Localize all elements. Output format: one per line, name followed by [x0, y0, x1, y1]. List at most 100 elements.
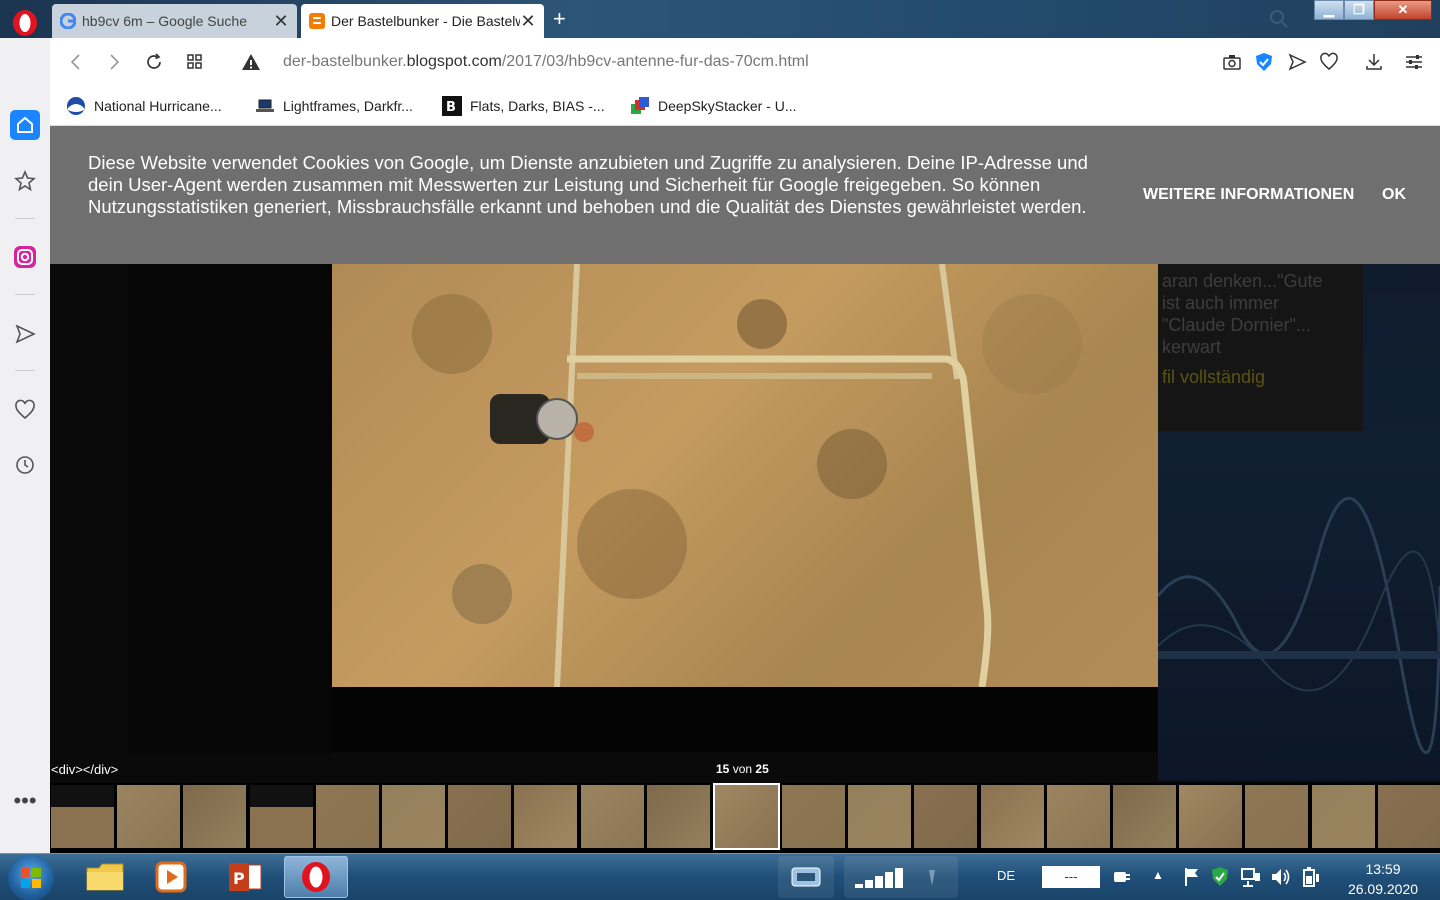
thumbnail[interactable] [183, 785, 247, 848]
snippet-line: ist auch immer [1162, 293, 1280, 313]
not-secure-warning-icon[interactable] [241, 52, 261, 77]
explorer-taskbar-button[interactable] [76, 856, 134, 898]
cookie-banner: Diese Website verwendet Cookies von Goog… [50, 126, 1440, 264]
tab-search-icon[interactable] [1268, 8, 1290, 35]
bookmark-national-hurricane[interactable]: National Hurricane... [66, 96, 222, 116]
media-player-taskbar-button[interactable] [142, 856, 200, 898]
counter-of: von [732, 762, 753, 776]
speed-dial-home-icon[interactable] [10, 110, 40, 140]
lightbox-left-panel [128, 264, 332, 754]
minimize-button[interactable]: ▁ [1314, 0, 1344, 20]
thumbnail[interactable] [315, 785, 379, 848]
heart-icon[interactable] [10, 395, 40, 425]
bookmark-lightframes[interactable]: Lightframes, Darkfr... [255, 96, 413, 116]
sidebar-snippet: aran denken..."Gute ist auch immer "Clau… [1158, 264, 1363, 431]
thumbnail[interactable] [1179, 785, 1243, 848]
bookmark-heart-icon[interactable] [1319, 52, 1339, 77]
tab-bastelbunker[interactable]: Der Bastelbunker - Die Bastelwerkstatt ✕ [301, 4, 544, 38]
easy-setup-icon[interactable] [1404, 52, 1424, 77]
downloads-icon[interactable] [1364, 52, 1384, 77]
close-tab-icon[interactable]: ✕ [273, 11, 289, 32]
image-counter: 15 von 25 [716, 762, 769, 776]
b-logo-icon: B [442, 96, 462, 116]
counter-total: 25 [755, 762, 769, 776]
bookmark-flats-darks[interactable]: B Flats, Darks, BIAS -... [442, 96, 605, 116]
thumbnail[interactable] [1046, 785, 1110, 848]
opera-icon [302, 862, 330, 892]
cookie-ok-button[interactable]: OK [1382, 186, 1406, 204]
forward-icon[interactable] [104, 52, 124, 77]
thumbnail[interactable] [117, 785, 181, 848]
folder-icon [86, 863, 124, 891]
close-tab-icon[interactable]: ✕ [520, 11, 536, 32]
history-clock-icon[interactable] [10, 450, 40, 480]
sidebar-divider [15, 370, 35, 371]
more-info-link[interactable]: WEITERE INFORMATIONEN [1143, 186, 1354, 204]
network-icon[interactable] [1240, 866, 1262, 893]
thumbnail[interactable] [782, 785, 845, 848]
security-shield-icon[interactable] [1210, 866, 1230, 893]
show-hidden-icons-icon[interactable]: ▲ [1152, 868, 1164, 882]
action-center-flag-icon[interactable] [1182, 866, 1202, 893]
thumbnail[interactable] [448, 785, 512, 848]
address-bar: der-bastelbunker.blogspot.com/2017/03/hb… [50, 38, 1440, 88]
media-player-icon [155, 861, 187, 893]
url-prefix: der-bastelbunker. [283, 53, 407, 70]
thumbnail[interactable] [580, 785, 644, 848]
tab-google-search[interactable]: hb9cv 6m – Google Suche ✕ [52, 4, 297, 38]
vpn-shield-icon[interactable] [1254, 52, 1274, 77]
send-flow-icon[interactable] [10, 319, 40, 349]
profile-link[interactable]: fil vollständig [1162, 366, 1359, 388]
new-tab-button[interactable]: + [553, 6, 566, 32]
volume-icon[interactable] [1270, 866, 1292, 893]
thumbnail[interactable] [514, 785, 578, 848]
signal-meter-taskbar-button[interactable] [844, 856, 958, 898]
back-icon[interactable] [66, 52, 86, 77]
thumbnail[interactable] [51, 785, 114, 848]
close-window-button[interactable]: ✕ [1374, 0, 1432, 20]
antenna-photo[interactable] [332, 264, 1158, 687]
antenna-photo-drawing [412, 264, 1082, 687]
share-send-icon[interactable] [1287, 52, 1307, 77]
start-button[interactable] [8, 855, 54, 900]
tab-grid-icon[interactable] [185, 52, 205, 77]
lightbox-debug-text: <div></div> [51, 762, 119, 777]
network-tool-taskbar-button[interactable] [778, 856, 834, 898]
thumbnail[interactable] [713, 783, 780, 850]
camera-snapshot-icon[interactable] [1222, 52, 1242, 77]
bookmark-label: Flats, Darks, BIAS -... [470, 98, 605, 114]
sidebar-divider [15, 294, 35, 295]
bookmark-deepskystacker[interactable]: DeepSkyStacker - U... [630, 96, 797, 116]
usb-plug-icon[interactable] [1110, 866, 1132, 893]
thumbnail[interactable] [980, 785, 1044, 848]
thumbnail[interactable] [848, 785, 912, 848]
input-language[interactable]: DE [997, 868, 1015, 883]
thumbnail[interactable] [249, 785, 313, 848]
toolbar-volume-box[interactable]: --- [1042, 866, 1100, 888]
instagram-icon[interactable] [10, 242, 40, 272]
tab-strip: hb9cv 6m – Google Suche ✕ Der Bastelbunk… [0, 0, 1440, 38]
more-options-icon[interactable]: ••• [10, 786, 40, 816]
blogger-icon [309, 13, 325, 29]
thumbnail[interactable] [646, 785, 710, 848]
powerpoint-taskbar-button[interactable]: P [216, 856, 274, 898]
powerpoint-icon: P [229, 863, 262, 891]
photo-caption-area [332, 687, 1158, 752]
reload-icon[interactable] [144, 52, 164, 77]
thumbnail[interactable] [1245, 785, 1309, 848]
bookmarks-star-icon[interactable] [10, 166, 40, 196]
url-field[interactable]: der-bastelbunker.blogspot.com/2017/03/hb… [283, 53, 809, 71]
battery-icon[interactable] [1300, 866, 1322, 893]
bookmark-label: DeepSkyStacker - U... [658, 98, 797, 114]
thumbnail[interactable] [1377, 785, 1440, 848]
thumbnail[interactable] [1113, 785, 1176, 848]
deepskystacker-icon [631, 97, 649, 114]
thumbnail[interactable] [914, 785, 978, 848]
thumbnail[interactable] [382, 785, 445, 848]
maximize-button[interactable]: ❐ [1344, 0, 1374, 20]
opera-menu-icon[interactable] [10, 8, 40, 38]
opera-taskbar-button[interactable] [284, 856, 348, 898]
thumbnail[interactable] [1311, 785, 1375, 848]
system-clock[interactable]: 13:59 26.09.2020 [1338, 859, 1428, 899]
network-tool-icon [791, 867, 821, 887]
